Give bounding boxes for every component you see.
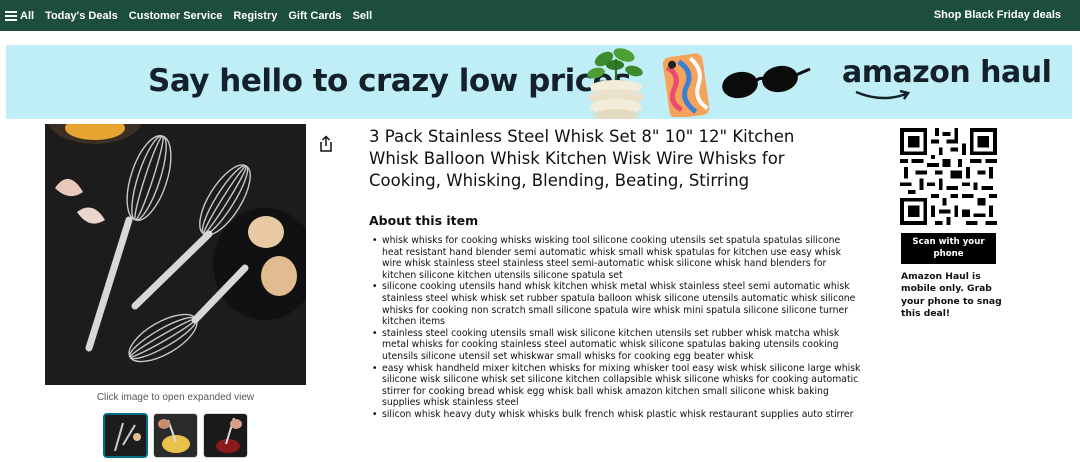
top-nav: All Today's Deals Customer Service Regis… [0,0,1080,31]
scan-with-phone-button[interactable]: Scan with your phone [901,233,996,264]
thumbnail-3[interactable] [203,413,248,458]
sunglasses-image [722,65,811,99]
nav-item-todays-deals[interactable]: Today's Deals [45,10,118,22]
product-title: 3 Pack Stainless Steel Whisk Set 8" 10" … [369,127,795,190]
thumbnail-strip [103,413,253,458]
feature-bullet-2: silicone cooking utensils hand whisk kit… [369,281,863,327]
feature-bullets: whisk whisks for cooking whisks wisking … [369,235,863,421]
nav-item-customer-service[interactable]: Customer Service [129,10,223,22]
about-heading: About this item [369,213,479,228]
nav-item-sell[interactable]: Sell [353,10,373,22]
hamburger-icon [5,10,17,21]
nav-item-registry[interactable]: Registry [233,10,277,22]
nav-all-label: All [20,9,35,22]
thumbnail-1[interactable] [103,413,148,458]
feature-bullet-4: easy whisk handheld mixer kitchen whisks… [369,363,863,409]
thumbnail-2[interactable] [153,413,198,458]
haul-mobile-note: Amazon Haul is mobile only. Grab your ph… [901,271,1002,320]
main-product-image[interactable] [45,124,306,385]
nav-all-button[interactable]: All [5,10,34,22]
nav-black-friday-link[interactable]: Shop Black Friday deals [934,9,1061,21]
feature-bullet-1: whisk whisks for cooking whisks wisking … [369,235,863,281]
phone-case-image [662,53,710,117]
image-expand-caption: Click image to open expanded view [96,392,255,403]
haul-promo-banner[interactable]: Say hello to crazy low prices amazon hau… [6,45,1072,119]
amazon-smile-icon [855,89,911,100]
feature-bullet-3: stainless steel cooking utensils small w… [369,328,863,363]
plant-pot-image [587,48,644,119]
feature-bullet-5: silicon whisk heavy duty whisk whisks bu… [369,409,863,421]
share-icon[interactable] [318,135,334,153]
banner-headline: Say hello to crazy low prices [148,63,632,99]
nav-item-gift-cards[interactable]: Gift Cards [288,10,341,22]
qr-code-image [900,128,997,225]
amazon-haul-logo: amazon haul [842,55,1052,90]
